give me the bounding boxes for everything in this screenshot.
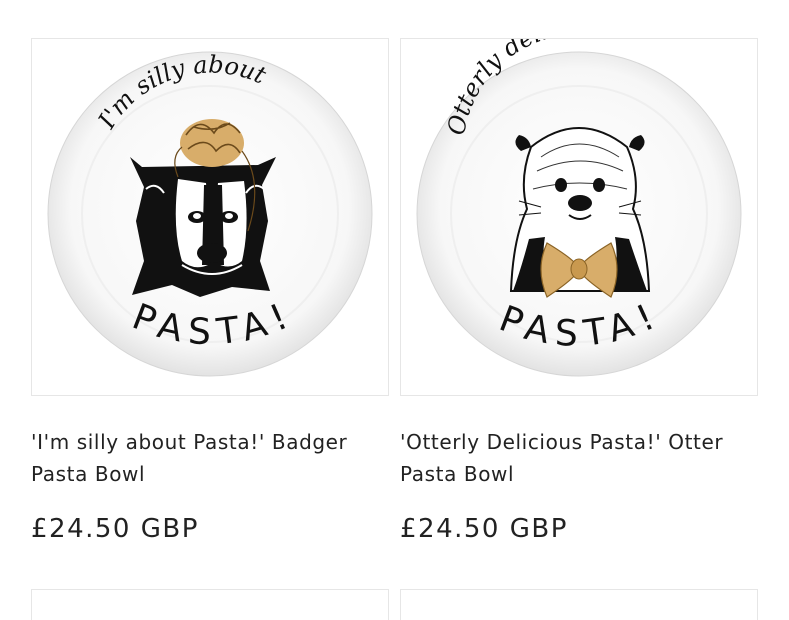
otter-plate-illustration: Otterly delicious (416, 39, 742, 377)
product-card-next-right[interactable] (400, 589, 758, 620)
product-image-otter[interactable]: Otterly delicious (400, 38, 758, 396)
product-card-otter[interactable]: Otterly delicious (400, 38, 758, 544)
product-title[interactable]: 'Otterly Delicious Pasta!' Otter Pasta B… (400, 426, 740, 490)
product-price: £24.50 GBP (400, 514, 568, 544)
product-card-badger[interactable]: I'm silly about PASTA! 'I'm silly about … (31, 38, 389, 544)
product-price: £24.50 GBP (31, 514, 199, 544)
badger-plate-illustration: I'm silly about PASTA! (47, 50, 373, 377)
badger-drawing (130, 157, 276, 297)
product-title[interactable]: 'I'm silly about Pasta!' Badger Pasta Bo… (31, 426, 371, 490)
product-image-badger[interactable]: I'm silly about PASTA! (31, 38, 389, 396)
product-card-next-left[interactable] (31, 589, 389, 620)
